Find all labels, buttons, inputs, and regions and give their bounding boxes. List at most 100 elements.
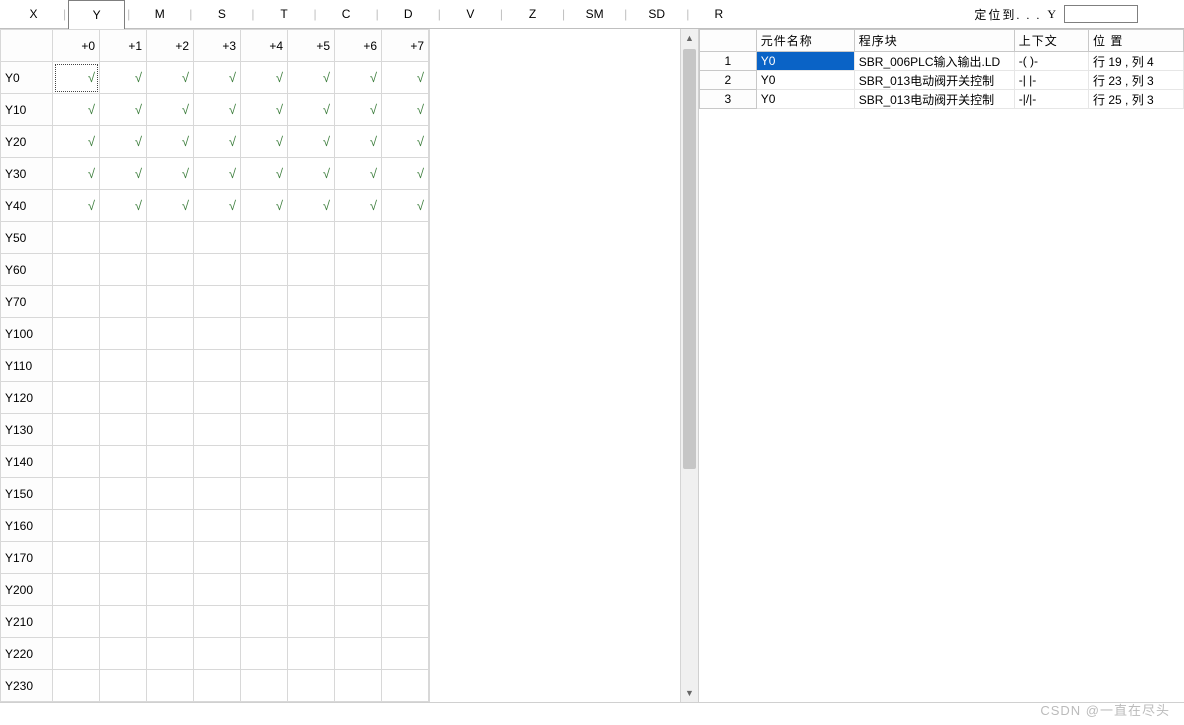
grid-cell[interactable]: √	[53, 158, 100, 190]
grid-cell[interactable]	[382, 510, 429, 542]
grid-cell[interactable]: √	[288, 94, 335, 126]
reference-table[interactable]: 元件名称程序块上下文位 置1Y0SBR_006PLC输入输出.LD-( )-行 …	[699, 29, 1184, 109]
grid-cell[interactable]	[147, 670, 194, 702]
grid-cell[interactable]	[335, 478, 382, 510]
grid-cell[interactable]	[382, 446, 429, 478]
grid-cell[interactable]	[53, 638, 100, 670]
reference-row[interactable]: 1Y0SBR_006PLC输入输出.LD-( )-行 19 , 列 4	[700, 52, 1184, 71]
grid-cell[interactable]	[194, 446, 241, 478]
grid-cell[interactable]	[53, 446, 100, 478]
grid-cell[interactable]: √	[194, 126, 241, 158]
grid-cell[interactable]	[100, 574, 147, 606]
grid-cell[interactable]: √	[194, 62, 241, 94]
grid-cell[interactable]: √	[100, 126, 147, 158]
grid-cell[interactable]	[288, 286, 335, 318]
grid-cell[interactable]	[194, 574, 241, 606]
grid-cell[interactable]	[53, 286, 100, 318]
tab-t[interactable]: T	[257, 0, 312, 28]
grid-cell[interactable]	[147, 510, 194, 542]
grid-cell[interactable]	[382, 350, 429, 382]
grid-cell[interactable]	[194, 478, 241, 510]
grid-cell[interactable]: √	[382, 62, 429, 94]
grid-cell[interactable]	[194, 222, 241, 254]
reference-row[interactable]: 2Y0SBR_013电动阀开关控制-| |-行 23 , 列 3	[700, 71, 1184, 90]
grid-cell[interactable]: √	[147, 126, 194, 158]
grid-cell[interactable]: √	[382, 190, 429, 222]
grid-cell[interactable]	[53, 542, 100, 574]
grid-cell[interactable]: √	[100, 94, 147, 126]
grid-cell[interactable]	[382, 670, 429, 702]
grid-cell[interactable]	[100, 638, 147, 670]
reference-row[interactable]: 3Y0SBR_013电动阀开关控制-|/|-行 25 , 列 3	[700, 90, 1184, 109]
grid-cell[interactable]	[241, 286, 288, 318]
scroll-down-icon[interactable]: ▼	[681, 684, 698, 702]
grid-cell[interactable]: √	[147, 94, 194, 126]
grid-cell[interactable]	[147, 382, 194, 414]
grid-cell[interactable]	[147, 446, 194, 478]
grid-cell[interactable]	[147, 606, 194, 638]
grid-cell[interactable]: √	[288, 126, 335, 158]
grid-cell[interactable]	[288, 350, 335, 382]
tab-sd[interactable]: SD	[629, 0, 684, 28]
locate-input[interactable]	[1064, 5, 1138, 23]
grid-cell[interactable]: √	[53, 126, 100, 158]
grid-cell[interactable]	[147, 542, 194, 574]
position-header[interactable]: 位 置	[1089, 30, 1184, 52]
grid-cell[interactable]	[335, 414, 382, 446]
grid-cell[interactable]	[53, 574, 100, 606]
grid-cell[interactable]	[100, 446, 147, 478]
grid-cell[interactable]	[100, 606, 147, 638]
grid-cell[interactable]	[194, 254, 241, 286]
grid-cell[interactable]	[194, 542, 241, 574]
grid-cell[interactable]	[382, 414, 429, 446]
grid-cell[interactable]	[241, 542, 288, 574]
grid-cell[interactable]	[288, 670, 335, 702]
tab-z[interactable]: Z	[505, 0, 560, 28]
grid-cell[interactable]	[241, 606, 288, 638]
grid-cell[interactable]	[194, 318, 241, 350]
block-header[interactable]: 程序块	[854, 30, 1014, 52]
grid-cell[interactable]	[335, 638, 382, 670]
grid-cell[interactable]	[335, 574, 382, 606]
grid-cell[interactable]: √	[382, 158, 429, 190]
grid-cell[interactable]	[241, 478, 288, 510]
grid-cell[interactable]	[335, 286, 382, 318]
tab-c[interactable]: C	[319, 0, 374, 28]
grid-cell[interactable]	[288, 574, 335, 606]
grid-cell[interactable]: √	[100, 190, 147, 222]
grid-cell[interactable]	[288, 414, 335, 446]
grid-cell[interactable]	[335, 254, 382, 286]
grid-cell[interactable]	[53, 478, 100, 510]
grid-cell[interactable]	[194, 382, 241, 414]
grid-cell[interactable]	[241, 446, 288, 478]
grid-cell[interactable]	[335, 382, 382, 414]
grid-cell[interactable]	[335, 670, 382, 702]
grid-cell[interactable]	[382, 478, 429, 510]
grid-cell[interactable]: √	[241, 190, 288, 222]
tab-y[interactable]: Y	[68, 0, 125, 30]
grid-cell[interactable]	[53, 670, 100, 702]
grid-cell[interactable]: √	[53, 62, 100, 94]
grid-cell[interactable]	[147, 222, 194, 254]
grid-cell[interactable]	[194, 350, 241, 382]
grid-cell[interactable]	[288, 382, 335, 414]
grid-cell[interactable]	[241, 670, 288, 702]
grid-cell[interactable]: √	[382, 94, 429, 126]
grid-cell[interactable]	[288, 510, 335, 542]
grid-cell[interactable]	[100, 542, 147, 574]
tab-x[interactable]: X	[6, 0, 61, 28]
left-scrollbar[interactable]: ▲ ▼	[680, 29, 698, 702]
grid-cell[interactable]	[53, 606, 100, 638]
grid-cell[interactable]	[335, 222, 382, 254]
grid-cell[interactable]	[194, 414, 241, 446]
grid-cell[interactable]	[147, 254, 194, 286]
tab-sm[interactable]: SM	[567, 0, 622, 28]
grid-cell[interactable]	[100, 350, 147, 382]
grid-cell[interactable]	[100, 510, 147, 542]
grid-cell[interactable]: √	[147, 62, 194, 94]
grid-cell[interactable]	[241, 318, 288, 350]
grid-cell[interactable]	[53, 350, 100, 382]
grid-cell[interactable]: √	[288, 158, 335, 190]
grid-cell[interactable]: √	[241, 158, 288, 190]
grid-cell[interactable]	[147, 286, 194, 318]
